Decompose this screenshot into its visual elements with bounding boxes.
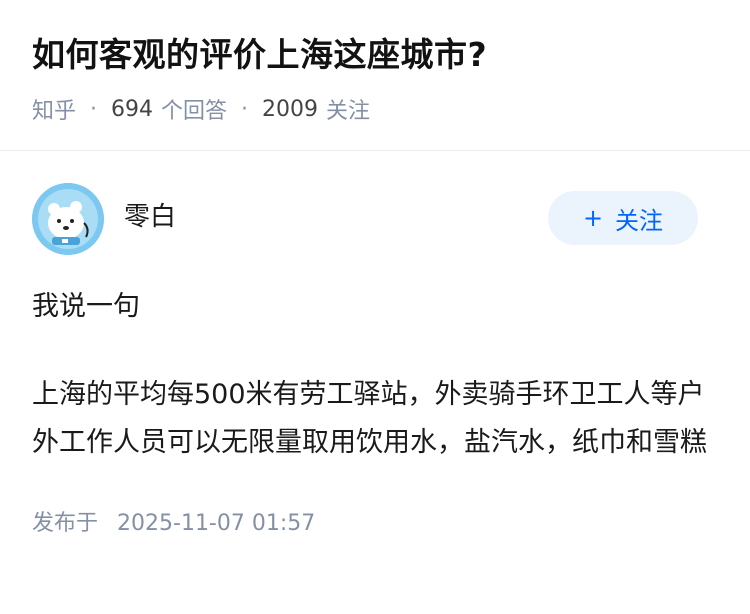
answer-paragraph: 我说一句 [32, 291, 140, 322]
answers-count: 694 [111, 96, 154, 122]
plus-icon: + [582, 204, 604, 232]
answer-card: 零白 + 关注 我说一句 上海的平均每500米有劳工驿站，外卖骑手环卫工人等户外… [0, 151, 750, 537]
meta-separator: · [90, 96, 98, 122]
avatar[interactable] [32, 183, 104, 255]
answer-paragraph: 上海的平均每500米有劳工驿站，外卖骑手环卫工人等户外工作人员可以无限量取用饮用… [32, 379, 707, 458]
meta-separator: · [241, 96, 249, 122]
question-title[interactable]: 如何客观的评价上海这座城市? [32, 34, 718, 75]
answer-content[interactable]: 我说一句 上海的平均每500米有劳工驿站，外卖骑手环卫工人等户外工作人员可以无限… [32, 283, 718, 467]
author-name[interactable]: 零白 [124, 196, 176, 233]
published-label: 发布于 [32, 511, 99, 536]
question-header: 如何客观的评价上海这座城市? 知乎 · 694 个回答 · 2009 关注 [0, 0, 750, 124]
followers-count: 2009 [262, 96, 319, 122]
published-time: 2025-11-07 01:57 [117, 511, 316, 536]
question-meta: 知乎 · 694 个回答 · 2009 关注 [32, 93, 718, 125]
followers-label: 关注 [326, 99, 371, 125]
source-label[interactable]: 知乎 [32, 93, 76, 125]
follow-button-label: 关注 [615, 206, 664, 235]
answers-label: 个回答 [161, 99, 228, 125]
polar-bear-avatar-icon [32, 183, 104, 255]
publish-info: 发布于 2025-11-07 01:57 [32, 505, 718, 537]
follow-button[interactable]: + 关注 [548, 191, 698, 245]
